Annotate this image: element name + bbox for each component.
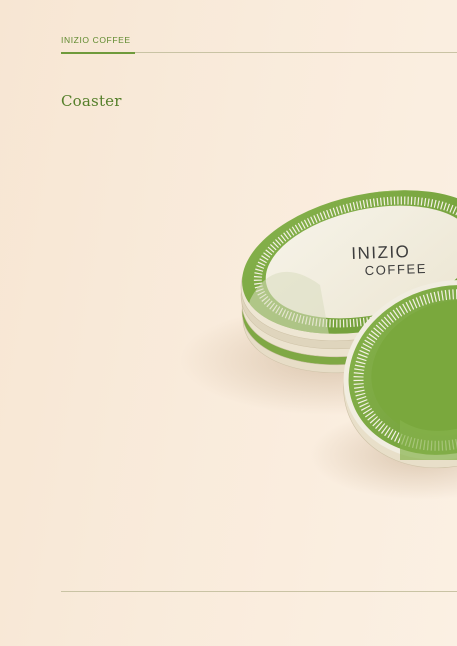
footer-divider xyxy=(61,591,457,592)
coaster-logo-line2: COFFEE xyxy=(364,261,427,278)
coaster-mockup-image: INIZIO COFFEE xyxy=(180,168,457,500)
coaster-logo-line1: INIZIO xyxy=(351,242,411,263)
